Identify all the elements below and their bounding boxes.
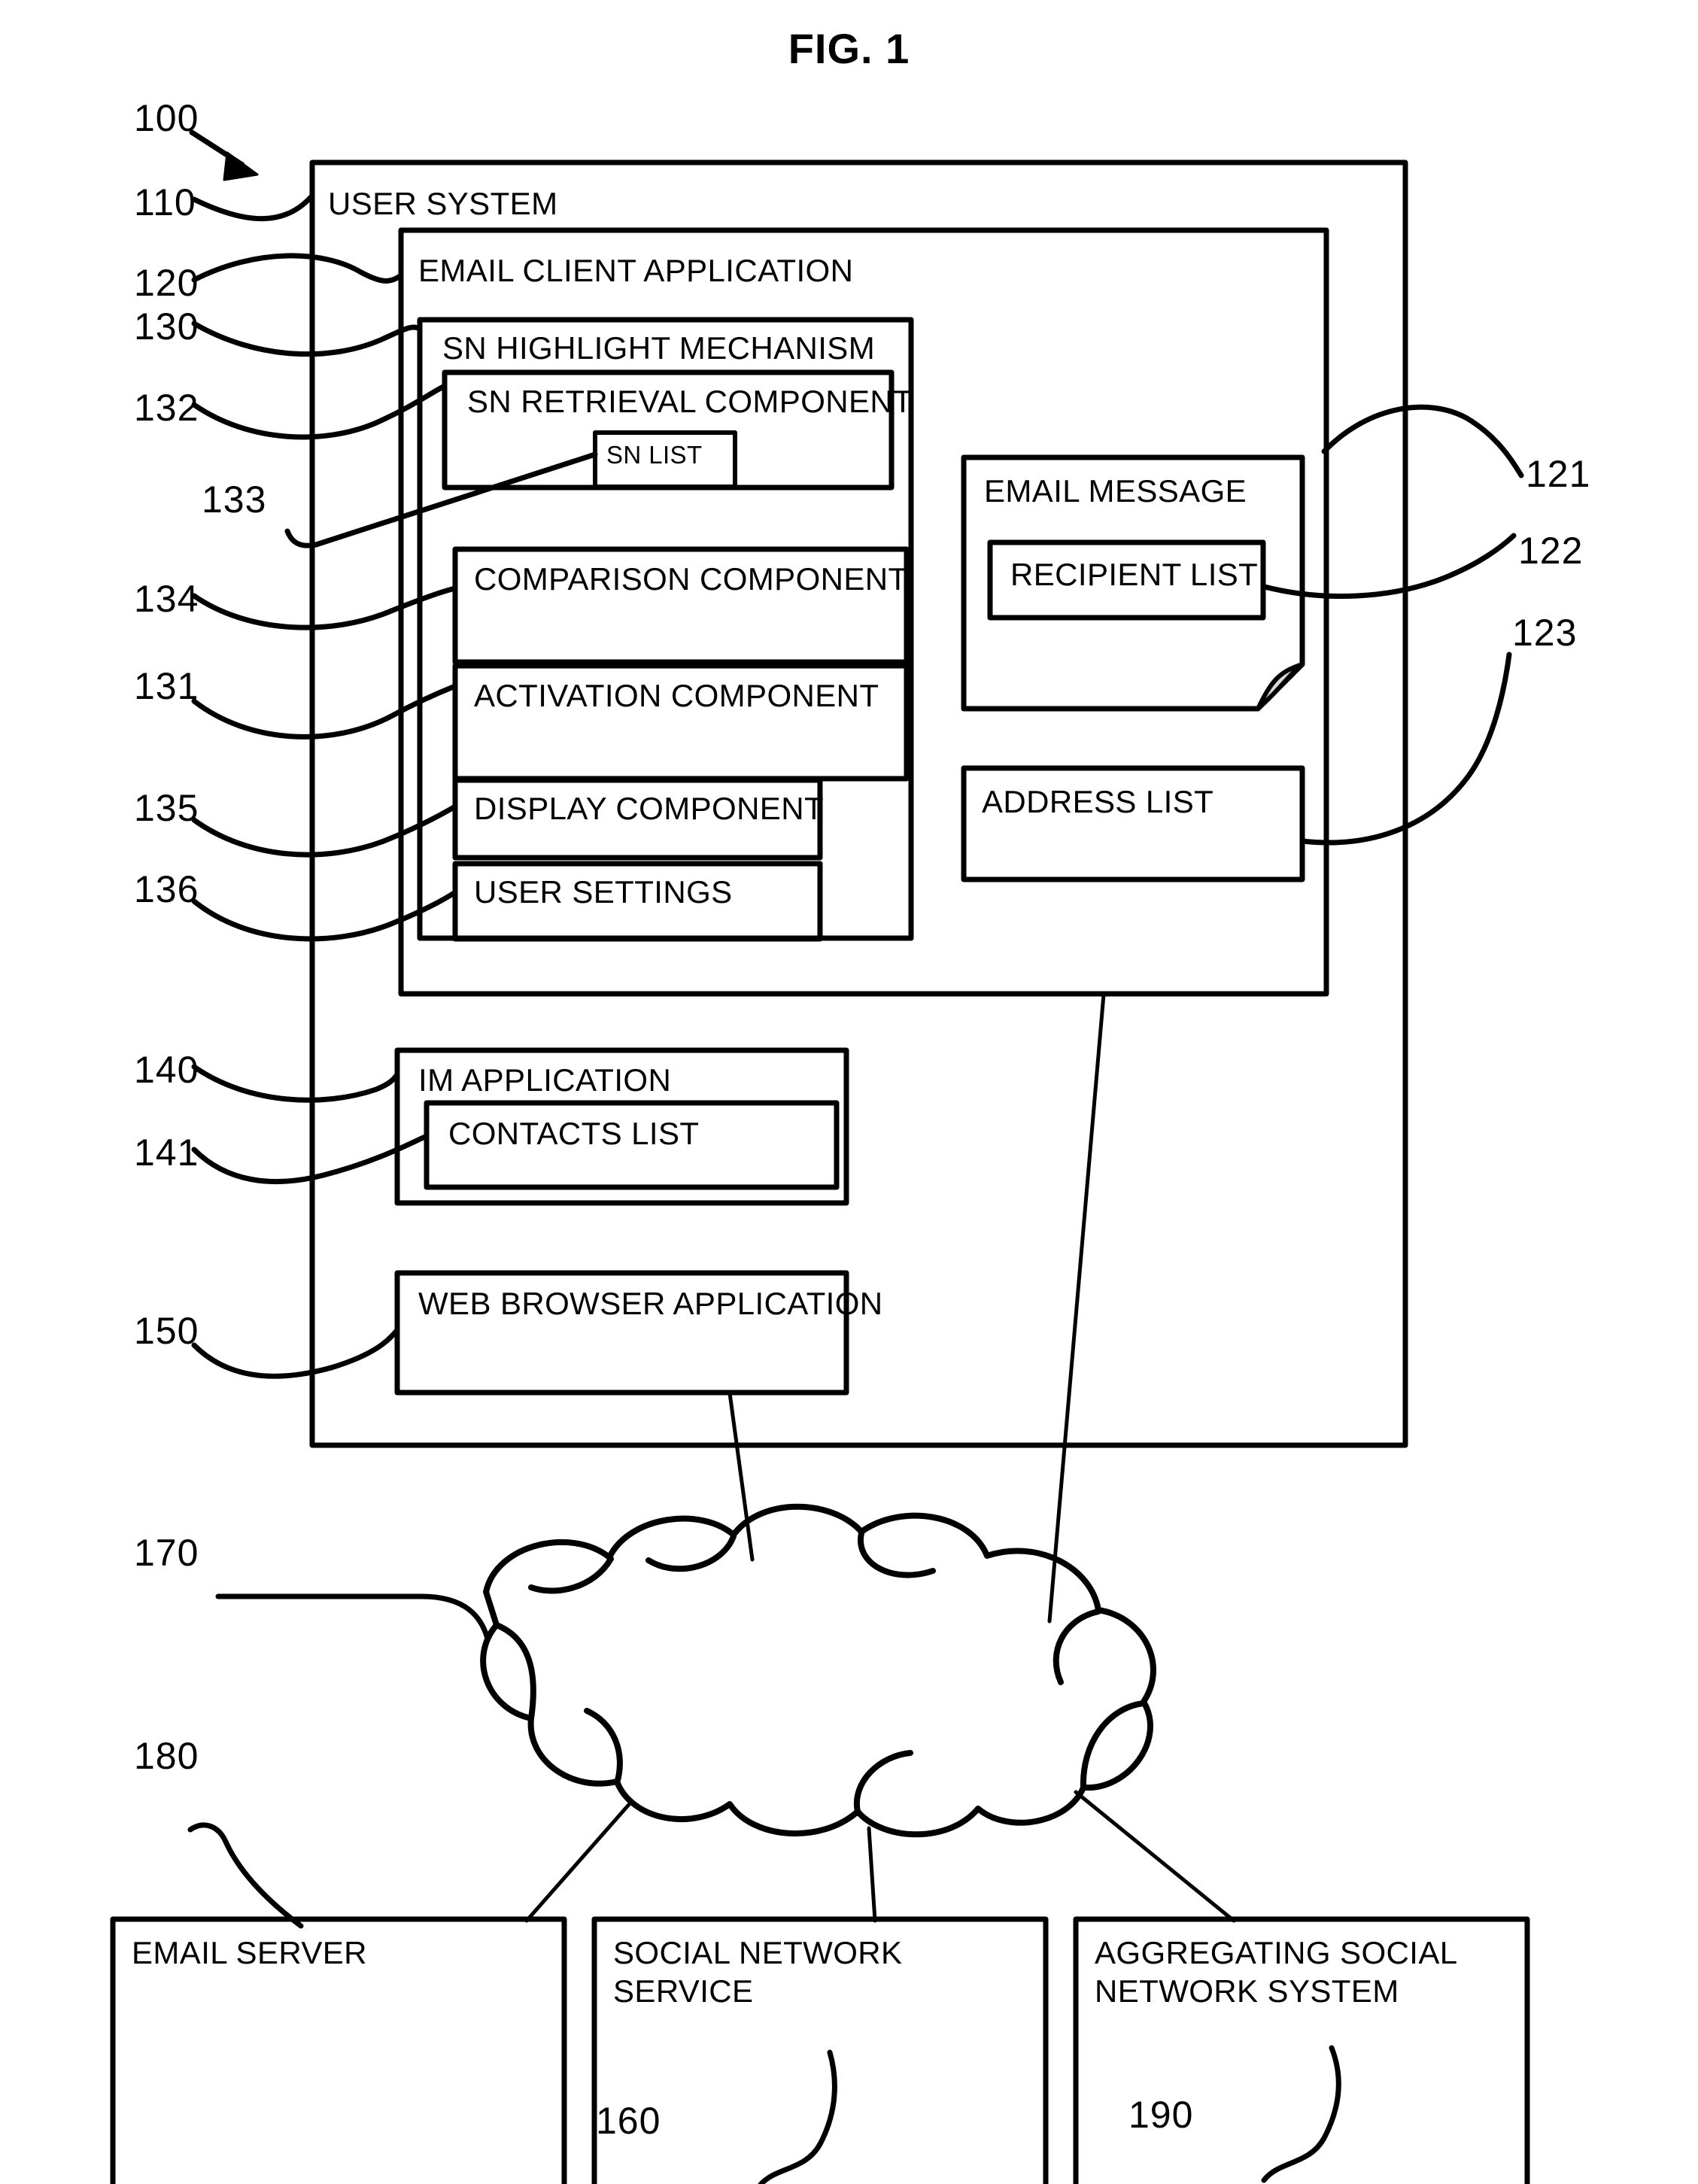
user-system-label: USER SYSTEM — [328, 186, 558, 221]
ref-121: 121 — [1526, 453, 1591, 495]
leader-134 — [191, 585, 458, 630]
leader-190 — [1261, 2045, 1341, 2183]
connector-email-client-to-cloud — [1047, 992, 1106, 1624]
address-list-label: ADDRESS LIST — [982, 784, 1214, 819]
email-server-label: EMAIL SERVER — [132, 1935, 367, 1970]
ref-123: 123 — [1512, 612, 1578, 654]
leader-160 — [758, 2049, 837, 2184]
ref-134: 134 — [134, 578, 199, 620]
aggregating-social-network-system-label: AGGREGATING SOCIAL NETWORK SYSTEM — [1095, 1935, 1457, 2009]
cloud-arc-7 — [584, 1708, 623, 1786]
connector-cloud-to-aggregating — [1074, 1790, 1236, 1923]
diagram-vector-layer — [110, 129, 1530, 2184]
leader-180 — [187, 1822, 304, 1929]
leader-132 — [191, 383, 448, 440]
patent-figure: FIG. 1 USER SYSTEM EMAIL CLIENT APPLICAT… — [0, 0, 1698, 2184]
connector-cloud-to-email-server — [524, 1799, 634, 1923]
cloud-arc-3 — [645, 1533, 737, 1572]
activation-component-label: ACTIVATION COMPONENT — [474, 678, 879, 713]
comparison-component-label: COMPARISON COMPONENT — [474, 561, 908, 597]
leader-121 — [1321, 404, 1524, 478]
ref-120: 120 — [134, 262, 199, 304]
leader-130 — [191, 320, 423, 357]
ref-190: 190 — [1128, 2094, 1194, 2136]
sn-retrieval-component-label: SN RETRIEVAL COMPONENT — [467, 384, 913, 419]
contacts-list-label: CONTACTS LIST — [448, 1116, 700, 1151]
ref-130: 130 — [134, 305, 199, 348]
cloud-arc-6 — [1080, 1700, 1147, 1791]
leader-150 — [191, 1327, 400, 1379]
email-message-fold-icon — [1256, 662, 1305, 711]
cloud-arc-1 — [528, 1556, 614, 1594]
leader-110 — [191, 193, 315, 222]
ref-132: 132 — [134, 387, 199, 429]
ref-122: 122 — [1518, 530, 1584, 572]
leader-135 — [191, 803, 458, 858]
leader-100-arrowhead — [223, 151, 259, 181]
connector-cloud-to-social-network — [867, 1826, 877, 1923]
network-cloud — [480, 1503, 1156, 1838]
leader-170 — [215, 1593, 491, 1642]
ref-150: 150 — [134, 1310, 199, 1352]
ref-133: 133 — [202, 478, 267, 521]
social-network-service-label: SOCIAL NETWORK SERVICE — [613, 1935, 903, 2009]
user-settings-label: USER SETTINGS — [474, 874, 733, 910]
ref-136: 136 — [134, 868, 199, 910]
ref-160: 160 — [596, 2100, 661, 2142]
web-browser-application-label: WEB BROWSER APPLICATION — [418, 1286, 883, 1321]
ref-170: 170 — [134, 1532, 199, 1574]
email-message-label: EMAIL MESSAGE — [984, 473, 1247, 509]
cloud-arc-4 — [857, 1530, 936, 1578]
ref-135: 135 — [134, 787, 199, 829]
cloud-arc-8 — [853, 1750, 913, 1815]
ref-131: 131 — [134, 665, 199, 707]
im-application-label: IM APPLICATION — [418, 1062, 672, 1098]
leader-133 — [313, 451, 598, 548]
sn-highlight-mechanism-label: SN HIGHLIGHT MECHANISM — [442, 330, 876, 366]
recipient-list-label: RECIPIENT LIST — [1010, 557, 1259, 592]
ref-140: 140 — [134, 1049, 199, 1091]
leader-136 — [191, 889, 458, 942]
ref-100: 100 — [134, 97, 199, 139]
leader-120 — [191, 253, 404, 284]
display-component-label: DISPLAY COMPONENT — [474, 791, 825, 826]
email-client-application-label: EMAIL CLIENT APPLICATION — [418, 253, 854, 288]
sn-list-label: SN LIST — [606, 441, 703, 469]
cloud-arc-5 — [1053, 1608, 1101, 1685]
leader-140 — [191, 1064, 400, 1103]
leader-131 — [191, 683, 458, 740]
ref-110: 110 — [134, 181, 196, 223]
ref-180: 180 — [134, 1735, 199, 1777]
ref-141: 141 — [134, 1131, 199, 1174]
